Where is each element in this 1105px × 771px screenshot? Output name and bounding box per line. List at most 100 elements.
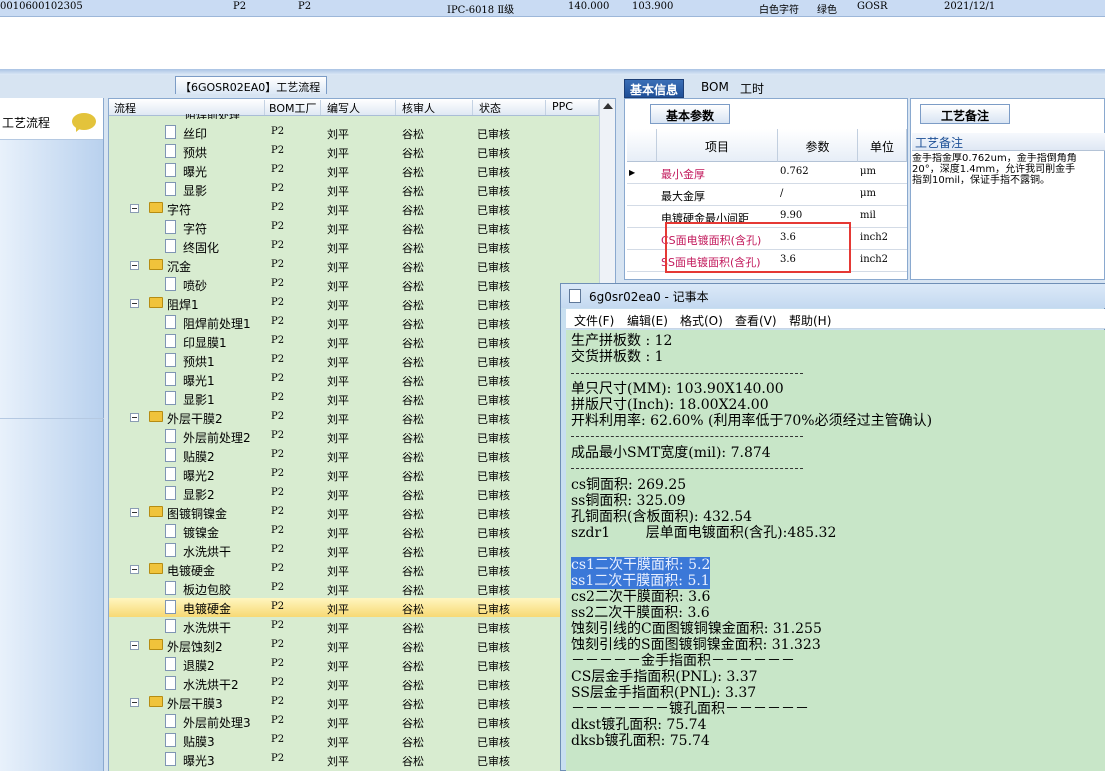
menu-edit[interactable]: 编辑(E) <box>627 312 668 329</box>
table-row[interactable]: 板边包胶 P2 刘平 谷松 已审核 <box>109 579 599 598</box>
table-row[interactable]: 电镀硬金 P2 刘平 谷松 已审核 <box>109 560 599 579</box>
table-row[interactable]: 曝光 P2 刘平 谷松 已审核 <box>109 161 599 180</box>
table-row[interactable]: 终固化 P2 刘平 谷松 已审核 <box>109 237 599 256</box>
table-row[interactable]: 水洗烘干 P2 刘平 谷松 已审核 <box>109 541 599 560</box>
row-bom: P2 <box>271 582 285 593</box>
table-row[interactable]: 丝印 P2 刘平 谷松 已审核 <box>109 123 599 142</box>
row-bom: P2 <box>271 449 285 460</box>
param-value[interactable]: / <box>780 188 783 199</box>
document-icon <box>165 448 176 462</box>
param-row[interactable]: 最大金厚 / μm <box>627 184 907 206</box>
menu-file[interactable]: 文件(F) <box>574 312 614 329</box>
col-header-bom[interactable]: BOM工厂 <box>266 100 321 115</box>
table-row-selected[interactable]: 电镀硬金 P2 刘平 谷松 已审核 <box>109 598 599 617</box>
table-row[interactable]: 显影2 P2 刘平 谷松 已审核 <box>109 484 599 503</box>
table-row[interactable]: 图镀铜镍金 P2 刘平 谷松 已审核 <box>109 503 599 522</box>
tab-basic-info[interactable]: 基本信息 <box>624 79 685 98</box>
row-status: 已审核 <box>477 394 510 407</box>
row-status: 已审核 <box>477 546 510 559</box>
table-row[interactable]: 贴膜3 P2 刘平 谷松 已审核 <box>109 731 599 750</box>
document-icon <box>165 239 176 253</box>
table-row[interactable]: 喷砂 P2 刘平 谷松 已审核 <box>109 275 599 294</box>
tab-basic-params[interactable]: 基本参数 <box>650 104 730 124</box>
table-row[interactable]: 显影1 P2 刘平 谷松 已审核 <box>109 389 599 408</box>
row-status: 已审核 <box>477 223 510 236</box>
table-row[interactable]: 显影 P2 刘平 谷松 已审核 <box>109 180 599 199</box>
row-reviewer: 谷松 <box>402 223 424 236</box>
table-row[interactable]: 贴膜2 P2 刘平 谷松 已审核 <box>109 446 599 465</box>
menu-format[interactable]: 格式(O) <box>680 312 723 329</box>
col-header-writer[interactable]: 编写人 <box>324 100 396 115</box>
table-row[interactable]: 水洗烘干 P2 刘平 谷松 已审核 <box>109 617 599 636</box>
table-row[interactable]: 外层前处理3 P2 刘平 谷松 已审核 <box>109 712 599 731</box>
flow-tab[interactable]: 【6GOSR02EA0】工艺流程 <box>175 76 327 94</box>
menu-view[interactable]: 查看(V) <box>735 312 777 329</box>
text-line: 开料利用率: 62.60% (利用率低于70%必须经过主管确认) <box>571 413 933 429</box>
chat-bubble-icon[interactable] <box>72 113 96 132</box>
row-status: 已审核 <box>477 736 510 749</box>
table-row[interactable]: 印显膜1 P2 刘平 谷松 已审核 <box>109 332 599 351</box>
param-value[interactable]: 9.90 <box>780 210 802 221</box>
collapse-toggle-icon[interactable] <box>130 508 139 517</box>
collapse-toggle-icon[interactable] <box>130 413 139 422</box>
collapse-toggle-icon[interactable] <box>130 299 139 308</box>
col-header-flow[interactable]: 流程 <box>111 100 265 115</box>
collapse-toggle-icon[interactable] <box>130 261 139 270</box>
row-writer: 刘平 <box>327 223 349 236</box>
notepad-titlebar[interactable]: 6g0sr02ea0 - 记事本 <box>561 284 1105 308</box>
table-row[interactable]: 外层蚀刻2 P2 刘平 谷松 已审核 <box>109 636 599 655</box>
remark-text[interactable]: 金手指金厚0.762um，金手指倒角角 20°，深度1.4mm，允许我司削金手 … <box>912 153 1105 186</box>
param-value[interactable]: 0.762 <box>780 166 809 177</box>
tab-bom[interactable]: BOM <box>696 79 734 98</box>
collapse-toggle-icon[interactable] <box>130 641 139 650</box>
table-row[interactable]: 沉金 P2 刘平 谷松 已审核 <box>109 256 599 275</box>
table-row[interactable]: 预烘1 P2 刘平 谷松 已审核 <box>109 351 599 370</box>
table-row[interactable]: 镀镍金 P2 刘平 谷松 已审核 <box>109 522 599 541</box>
row-writer: 刘平 <box>327 698 349 711</box>
order-date: 2021/12/1 <box>944 1 996 12</box>
document-icon <box>165 752 176 766</box>
document-icon <box>165 733 176 747</box>
menu-help[interactable]: 帮助(H) <box>789 312 831 329</box>
table-row[interactable]: 外层干膜2 P2 刘平 谷松 已审核 <box>109 408 599 427</box>
param-item: 最小金厚 <box>661 168 705 181</box>
top-order-row[interactable]: 0010600102305 P2 P2 IPC-6018 Ⅱ级 140.000 … <box>0 0 1105 17</box>
table-row[interactable]: 水洗烘干2 P2 刘平 谷松 已审核 <box>109 674 599 693</box>
table-row[interactable]: 曝光2 P2 刘平 谷松 已审核 <box>109 465 599 484</box>
collapse-toggle-icon[interactable] <box>130 565 139 574</box>
table-row[interactable]: 预烘 P2 刘平 谷松 已审核 <box>109 142 599 161</box>
tab-hours[interactable]: 工时 <box>735 79 769 98</box>
table-row[interactable]: 字符 P2 刘平 谷松 已审核 <box>109 218 599 237</box>
param-row[interactable]: ▶ 最小金厚 0.762 μm <box>627 162 907 184</box>
table-row[interactable]: 阻焊前处理1 P2 刘平 谷松 已审核 <box>109 313 599 332</box>
notepad-text-area[interactable]: 生产拼板数 : 12 交货拼板数 : 1 单只尺寸(MM): 103.90X14… <box>566 330 1105 771</box>
collapse-toggle-icon[interactable] <box>130 698 139 707</box>
col-header-ppc[interactable]: PPC <box>549 100 599 115</box>
folder-icon <box>149 506 163 517</box>
order-grade: IPC-6018 Ⅱ级 <box>447 5 515 16</box>
row-bom: P2 <box>271 335 285 346</box>
row-status: 已审核 <box>477 280 510 293</box>
row-bom: P2 <box>271 259 285 270</box>
row-reviewer: 谷松 <box>402 565 424 578</box>
splitter-horizontal[interactable] <box>0 69 1105 75</box>
col-header-value[interactable]: 参数 <box>778 129 858 162</box>
table-row[interactable]: 外层前处理2 P2 刘平 谷松 已审核 <box>109 427 599 446</box>
col-header-unit[interactable]: 单位 <box>858 129 907 162</box>
table-row[interactable]: 外层干膜3 P2 刘平 谷松 已审核 <box>109 693 599 712</box>
table-row[interactable]: 阻焊1 P2 刘平 谷松 已审核 <box>109 294 599 313</box>
table-row[interactable]: 曝光1 P2 刘平 谷松 已审核 <box>109 370 599 389</box>
col-header-item[interactable]: 项目 <box>657 129 778 162</box>
col-header-reviewer[interactable]: 核审人 <box>399 100 473 115</box>
col-header-status[interactable]: 状态 <box>476 100 546 115</box>
row-bom: P2 <box>271 525 285 536</box>
table-row[interactable]: 退膜2 P2 刘平 谷松 已审核 <box>109 655 599 674</box>
row-bom: P2 <box>271 753 285 764</box>
sidebar-item-process[interactable]: 工艺流程 <box>0 98 103 140</box>
collapse-toggle-icon[interactable] <box>130 204 139 213</box>
row-step-name: 字符 <box>167 203 192 217</box>
table-row[interactable]: 字符 P2 刘平 谷松 已审核 <box>109 199 599 218</box>
table-row[interactable]: 曝光3 P2 刘平 谷松 已审核 <box>109 750 599 769</box>
scroll-up-icon[interactable] <box>603 103 613 109</box>
tab-remark[interactable]: 工艺备注 <box>920 104 1010 124</box>
